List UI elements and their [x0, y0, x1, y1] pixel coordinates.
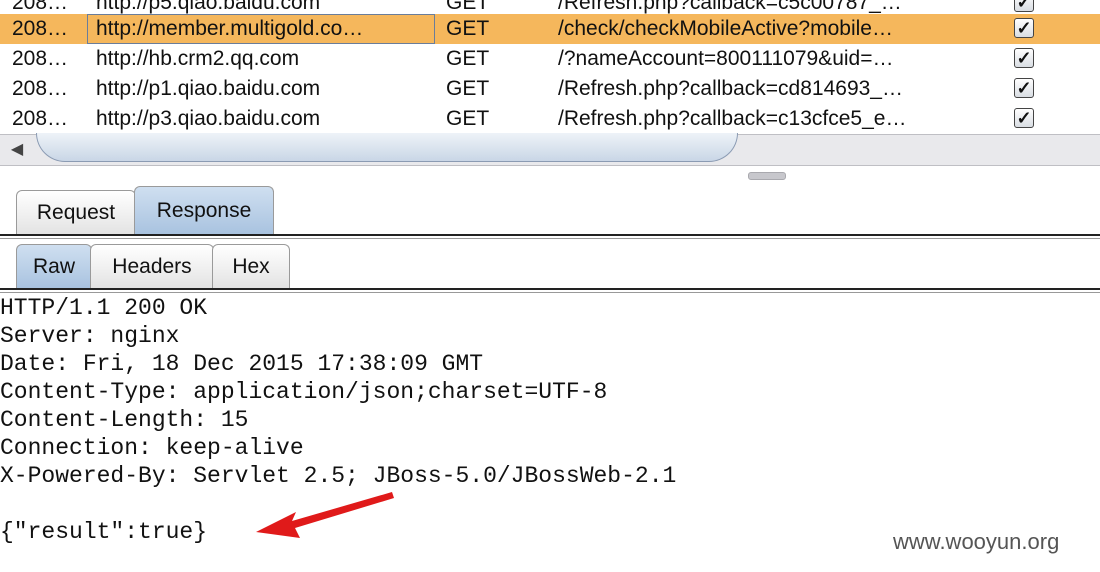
- request-url: /Refresh.php?callback=cd814693_…: [558, 77, 903, 100]
- request-table: 208… http://p5.qiao.baidu.com GET/Refresh.…: [0, 0, 1100, 134]
- red-arrow-icon: [256, 492, 394, 538]
- request-host: http://hb.crm2.qq.com: [96, 47, 300, 70]
- table-row[interactable]: 208… http://p1.qiao.baidu.com GET/Refresh.…: [0, 74, 1100, 104]
- request-method: GET: [446, 77, 490, 100]
- table-row[interactable]: 208… http://p3.qiao.baidu.com GET/Refresh.…: [0, 104, 1100, 134]
- request-method: GET: [446, 107, 490, 130]
- request-response-tabs: Request Response: [0, 186, 1100, 234]
- in-scope-checkbox[interactable]: ✓: [1014, 48, 1036, 70]
- response-line: HTTP/1.1 200 OK: [0, 295, 208, 321]
- request-number: 208…: [12, 77, 69, 100]
- scrollbar-thumb[interactable]: [36, 133, 738, 162]
- tab-divider: [0, 234, 1100, 236]
- left-arrow-icon[interactable]: ◀: [2, 139, 32, 161]
- in-scope-checkbox[interactable]: ✓: [1014, 78, 1036, 100]
- watermark: www.wooyun.org: [893, 529, 1060, 554]
- tab-request[interactable]: Request: [16, 190, 136, 234]
- response-line: X-Powered-By: Servlet 2.5; JBoss-5.0/JBo…: [0, 463, 677, 489]
- request-host: http://p1.qiao.baidu.com: [96, 77, 321, 100]
- checkmark-icon: ✓: [1014, 108, 1034, 128]
- response-line: Content-Length: 15: [0, 407, 249, 433]
- table-row[interactable]: 208… http://member.multigold.co… GET/check…: [0, 14, 1100, 44]
- request-number: 208…: [12, 47, 69, 70]
- tab-divider: [0, 292, 1100, 293]
- message-view-tabs: Raw Headers Hex: [0, 244, 1100, 288]
- tab-divider: [0, 238, 1100, 239]
- checkmark-icon: ✓: [1014, 48, 1034, 68]
- response-line: Content-Type: application/json;charset=U…: [0, 379, 608, 405]
- request-number: 208…: [12, 17, 69, 40]
- request-url: /?nameAccount=800111079&uid=…: [558, 47, 894, 70]
- tab-hex[interactable]: Hex: [212, 244, 290, 288]
- request-url: /Refresh.php?callback=c13cfce5_e…: [558, 107, 907, 130]
- checkmark-icon: ✓: [1014, 78, 1034, 98]
- response-line: Server: nginx: [0, 323, 180, 349]
- tab-raw[interactable]: Raw: [16, 244, 92, 288]
- tab-headers[interactable]: Headers: [90, 244, 214, 288]
- in-scope-checkbox[interactable]: ✓: [1014, 0, 1036, 14]
- table-row[interactable]: 208… http://hb.crm2.qq.com GET /?nameAccoun…: [0, 44, 1100, 74]
- in-scope-checkbox[interactable]: ✓: [1014, 18, 1036, 40]
- tab-divider: [0, 288, 1100, 290]
- request-host: http://member.multigold.co…: [96, 17, 364, 40]
- horizontal-scrollbar[interactable]: ◀: [0, 133, 1100, 166]
- response-line: Date: Fri, 18 Dec 2015 17:38:09 GMT: [0, 351, 484, 377]
- checkmark-icon: ✓: [1014, 0, 1034, 12]
- in-scope-checkbox[interactable]: ✓: [1014, 108, 1036, 130]
- checkmark-icon: ✓: [1014, 18, 1034, 38]
- request-number: 208…: [12, 107, 69, 130]
- tab-response[interactable]: Response: [134, 186, 274, 234]
- request-url: /check/checkMobileActive?mobile…: [558, 17, 893, 40]
- response-line: {"result":true}: [0, 519, 208, 545]
- request-host: http://p3.qiao.baidu.com: [96, 107, 321, 130]
- request-method: GET: [446, 47, 490, 70]
- pane-splitter-handle[interactable]: [748, 172, 786, 180]
- response-line: Connection: keep-alive: [0, 435, 304, 461]
- request-method: GET: [446, 17, 490, 40]
